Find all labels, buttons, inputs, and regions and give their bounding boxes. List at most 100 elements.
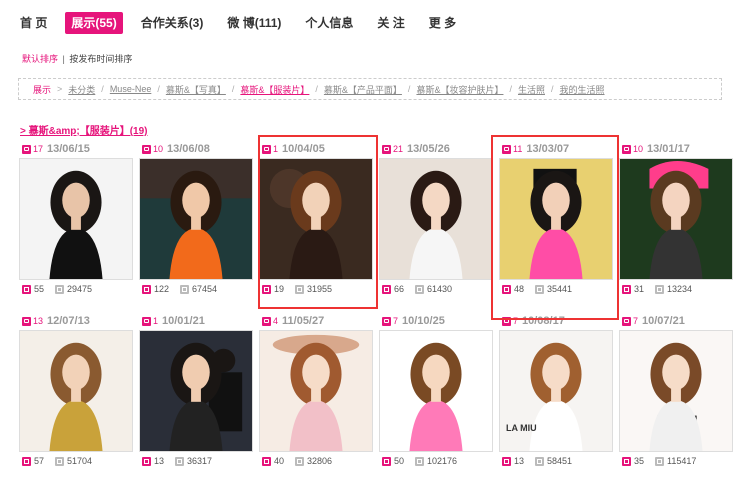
album-count-icon: [142, 144, 151, 154]
photo-card[interactable]: 4 11/05/27 40 32806: [259, 312, 375, 475]
nav-item[interactable]: 微 博(111): [221, 12, 287, 34]
category-link[interactable]: Muse-Nee: [110, 84, 152, 94]
breadcrumb-separator: /: [101, 84, 104, 94]
photo-thumbnail[interactable]: [19, 330, 133, 452]
category-link[interactable]: 慕斯&【服装片】: [240, 83, 309, 96]
breadcrumb-separator: /: [231, 84, 235, 94]
photo-date: 10/04/05: [282, 143, 325, 155]
photo-stats: 55 29475: [19, 280, 135, 298]
sort-by-time-link[interactable]: 按发布时间排序: [69, 54, 132, 64]
breadcrumb-arrow: >: [57, 84, 63, 94]
album-count-icon: [622, 144, 631, 154]
photo-count: 10: [633, 144, 644, 154]
photo-header: 17 13/06/15: [19, 140, 135, 158]
sort-options: 默认排序 | 按发布时间排序: [22, 52, 132, 65]
photo-card[interactable]: 1 10/01/21 13 36317: [139, 312, 255, 475]
views-icon: [295, 284, 305, 294]
nav-item[interactable]: 首 页: [14, 12, 53, 34]
album-count-icon: [22, 144, 31, 154]
breadcrumb-separator: /: [407, 84, 411, 94]
photo-card[interactable]: 21 13/05/26 66 61430: [379, 140, 495, 303]
category-link[interactable]: 慕斯&【写真】: [166, 83, 226, 96]
views-count: 35441: [547, 284, 573, 294]
album-count-icon: [382, 144, 391, 154]
photo-thumbnail[interactable]: [499, 158, 613, 280]
photo-thumbnail[interactable]: [139, 158, 253, 280]
photo-stats: 50 102176: [379, 452, 495, 470]
likes-count: 19: [274, 284, 285, 294]
album-count-icon: [622, 316, 631, 326]
photo-date: 13/03/07: [526, 143, 570, 155]
photo-card[interactable]: 10 13/01/17 31 13234: [619, 140, 735, 303]
photo-card[interactable]: 13 12/07/13 57 51704: [19, 312, 135, 475]
photo-thumbnail[interactable]: [619, 158, 733, 280]
photo-stats: 40 32806: [259, 452, 375, 470]
views-count: 36317: [187, 456, 213, 466]
photo-thumbnail[interactable]: [379, 330, 493, 452]
album-title-link[interactable]: > 慕斯&amp;【服装片】(19): [20, 122, 148, 137]
album-count-icon: [262, 316, 271, 326]
views-icon: [180, 284, 190, 294]
photo-stats: 35 115417: [619, 452, 735, 470]
photo-card[interactable]: 17 13/06/15 55 29475: [19, 140, 135, 303]
views-count: 13234: [667, 284, 693, 294]
category-link[interactable]: 未分类: [68, 83, 95, 96]
sort-default-link[interactable]: 默认排序: [22, 54, 58, 64]
likes-icon: [22, 456, 31, 466]
views-count: 32806: [307, 456, 333, 466]
views-count: 102176: [427, 456, 458, 466]
nav-item[interactable]: 个人信息: [299, 12, 359, 34]
views-count: 31955: [307, 284, 333, 294]
likes-icon: [262, 456, 271, 466]
photo-count: 7: [513, 316, 519, 326]
photo-date: 11/05/27: [282, 315, 325, 327]
category-link[interactable]: 展示: [33, 83, 51, 96]
nav-item[interactable]: 合作关系(3): [135, 12, 210, 34]
views-icon: [415, 456, 425, 466]
photo-card[interactable]: 1 10/04/05 19 31955: [259, 140, 375, 303]
views-count: 58451: [547, 456, 573, 466]
nav-item[interactable]: 展示(55): [65, 12, 123, 34]
category-link[interactable]: 我的生活照: [560, 83, 605, 96]
likes-icon: [622, 284, 631, 294]
likes-icon: [262, 284, 271, 294]
breadcrumb-separator: /: [509, 84, 512, 94]
photo-date: 13/06/15: [47, 143, 90, 155]
photo-count: 21: [393, 144, 404, 154]
photo-card[interactable]: 11 13/03/07 48 35441: [499, 140, 615, 303]
photo-stats: 19 31955: [259, 280, 375, 298]
photo-thumbnail[interactable]: [259, 158, 373, 280]
photo-count: 7: [393, 316, 399, 326]
photo-thumbnail[interactable]: LA MIU: [499, 330, 613, 452]
photo-thumbnail[interactable]: [139, 330, 253, 452]
views-icon: [655, 456, 665, 466]
nav-item[interactable]: 关 注: [371, 12, 410, 34]
likes-icon: [622, 456, 631, 466]
photo-thumbnail[interactable]: [19, 158, 133, 280]
likes-count: 57: [34, 456, 45, 466]
photo-date: 13/05/26: [407, 143, 450, 155]
category-link[interactable]: 慕斯&【产品平面】: [324, 83, 402, 96]
photo-stats: 31 13234: [619, 280, 735, 298]
photo-date: 12/07/13: [47, 315, 90, 327]
category-link[interactable]: 生活照: [518, 83, 545, 96]
likes-count: 122: [154, 284, 170, 294]
likes-count: 40: [274, 456, 285, 466]
photo-stats: 66 61430: [379, 280, 495, 298]
photo-card[interactable]: 7 10/08/17 LA MIU 13 58451: [499, 312, 615, 475]
photo-thumbnail[interactable]: [619, 330, 733, 452]
breadcrumb-separator: /: [157, 84, 160, 94]
album-count-icon: [382, 316, 391, 326]
photo-count: 1: [273, 144, 279, 154]
photo-card[interactable]: 10 13/06/08 122 67454: [139, 140, 255, 303]
album-count-icon: [262, 144, 271, 154]
photo-card[interactable]: 7 10/07/21 35 115417: [619, 312, 735, 475]
category-link[interactable]: 慕斯&【妆容护肤片】: [416, 83, 503, 96]
photo-thumbnail[interactable]: [379, 158, 493, 280]
photo-stats: 57 51704: [19, 452, 135, 470]
photo-card[interactable]: 7 10/10/25 50 102176: [379, 312, 495, 475]
views-count: 51704: [67, 456, 93, 466]
photo-thumbnail[interactable]: [259, 330, 373, 452]
photo-date: 13/01/17: [647, 143, 690, 155]
nav-item[interactable]: 更 多: [423, 12, 462, 34]
